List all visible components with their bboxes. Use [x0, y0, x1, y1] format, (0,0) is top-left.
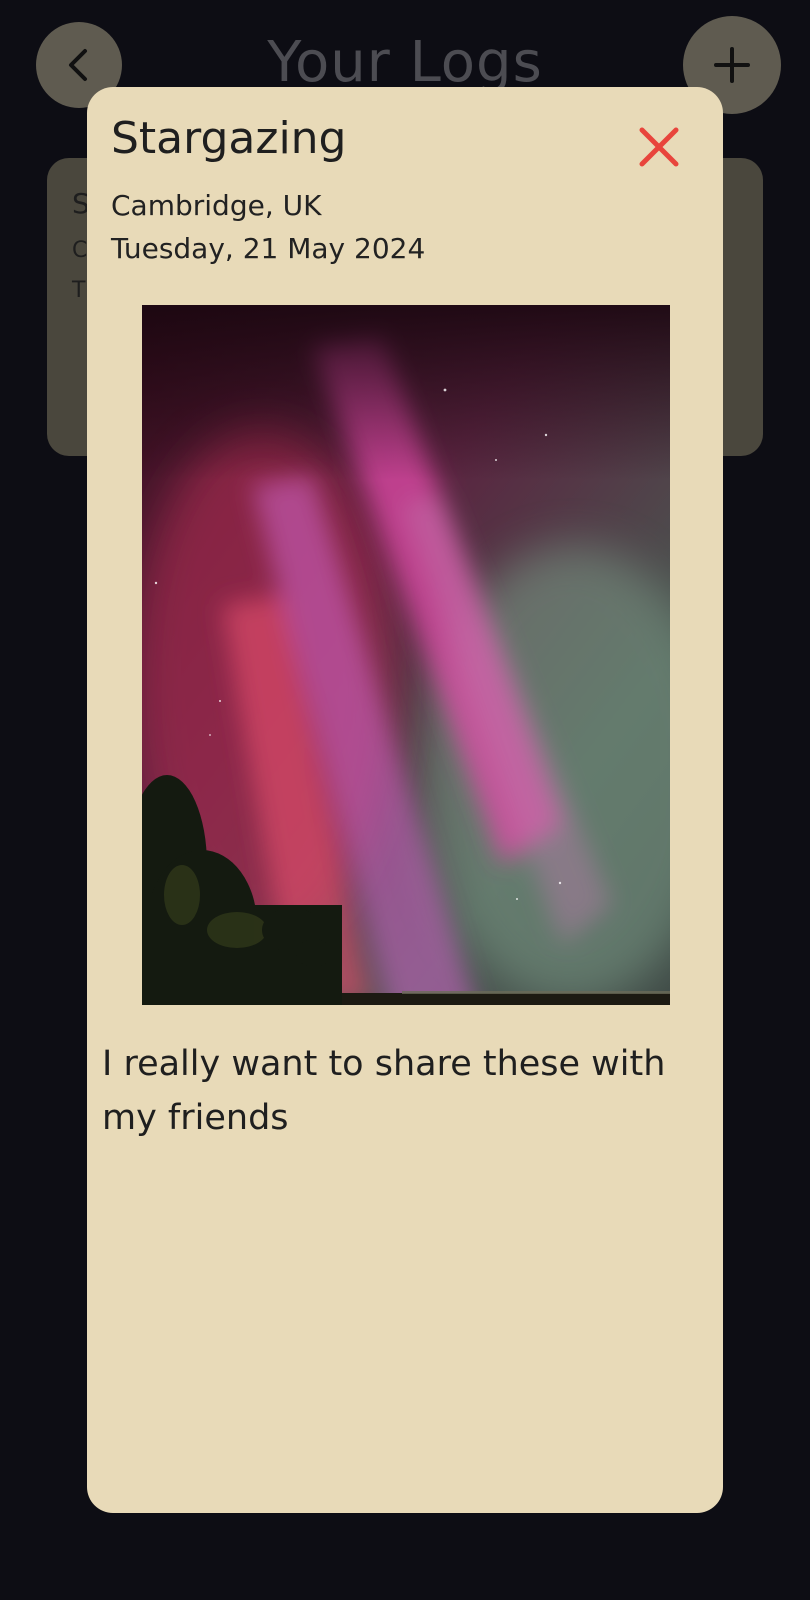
- log-detail-modal: Stargazing Cambridge, UK Tuesday, 21 May…: [87, 87, 723, 1513]
- aurora-image: [142, 305, 670, 1005]
- plus-icon: [714, 47, 750, 83]
- log-note: I really want to share these with my fri…: [102, 1044, 666, 1138]
- close-button[interactable]: [635, 123, 683, 171]
- close-icon: [639, 127, 679, 167]
- log-title: Stargazing: [111, 113, 347, 164]
- log-location: Cambridge, UK: [111, 189, 322, 222]
- log-card-date-peek: T: [72, 278, 86, 303]
- aurora-photo: [142, 305, 670, 1005]
- log-card-location-peek: C: [72, 238, 88, 263]
- log-date: Tuesday, 21 May 2024: [111, 232, 426, 265]
